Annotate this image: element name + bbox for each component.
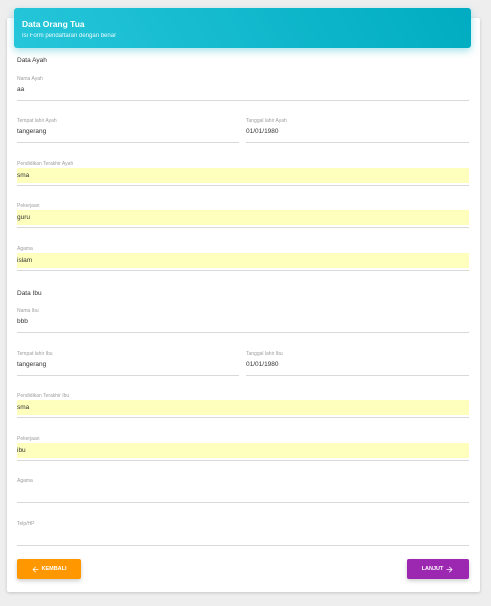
page-subtitle: Isi Form pendaftaran dengan benar bbox=[22, 33, 117, 39]
pekerjaan-ayah-field[interactable]: Pekerjaan guru bbox=[17, 203, 469, 228]
section-title-ibu: Data Ibu bbox=[17, 290, 42, 297]
telp-field[interactable]: Telp/HP bbox=[17, 521, 469, 546]
tanggal-lahir-ibu-input[interactable]: 01/01/1980 bbox=[246, 361, 279, 368]
pendidikan-ayah-field[interactable]: Pendidikan Terakhir Ayah sma bbox=[17, 161, 469, 186]
form-card bbox=[7, 18, 480, 592]
nama-ibu-field[interactable]: Nama Ibu bbb bbox=[17, 308, 469, 333]
input-underline bbox=[17, 270, 469, 271]
pendidikan-ayah-input[interactable]: sma bbox=[17, 172, 29, 179]
next-button-label: LANJUT bbox=[421, 566, 444, 572]
next-button[interactable]: LANJUT bbox=[407, 559, 469, 579]
input-underline bbox=[17, 502, 469, 503]
arrow-right-icon bbox=[446, 566, 453, 572]
input-underline bbox=[17, 460, 469, 461]
input-underline bbox=[17, 375, 239, 376]
input-underline bbox=[17, 332, 469, 333]
tempat-lahir-ibu-input[interactable]: tangerang bbox=[17, 361, 46, 368]
pendidikan-ayah-label: Pendidikan Terakhir Ayah bbox=[17, 161, 74, 167]
back-button[interactable]: KEMBALI bbox=[17, 559, 81, 579]
pekerjaan-ibu-input[interactable]: ibu bbox=[17, 447, 26, 454]
tempat-lahir-ibu-field[interactable]: Tempat lahir Ibu tangerang bbox=[17, 351, 239, 376]
back-button-label: KEMBALI bbox=[41, 566, 67, 572]
agama-ayah-field[interactable]: Agama islam bbox=[17, 246, 469, 271]
agama-ibu-label: Agama bbox=[17, 478, 33, 484]
autofill-highlight bbox=[17, 253, 469, 268]
pendidikan-ibu-field[interactable]: Pendidikan Terakhir Ibu sma bbox=[17, 393, 469, 418]
pendidikan-ibu-label: Pendidikan Terakhir Ibu bbox=[17, 393, 70, 399]
arrow-left-icon bbox=[32, 566, 39, 572]
nama-ayah-field[interactable]: Nama Ayah aa bbox=[17, 76, 469, 101]
input-underline bbox=[17, 100, 469, 101]
autofill-highlight bbox=[17, 168, 469, 183]
tanggal-lahir-ayah-label: Tanggal lahir Ayah bbox=[246, 118, 287, 124]
nama-ayah-input[interactable]: aa bbox=[17, 86, 24, 93]
input-underline bbox=[17, 417, 469, 418]
pekerjaan-ibu-label: Pekerjaan bbox=[17, 436, 40, 442]
pekerjaan-ayah-label: Pekerjaan bbox=[17, 203, 40, 209]
autofill-highlight bbox=[17, 210, 469, 225]
tempat-lahir-ayah-input[interactable]: tangerang bbox=[17, 128, 46, 135]
tanggal-lahir-ibu-label: Tanggal lahir Ibu bbox=[246, 351, 283, 357]
input-underline bbox=[17, 185, 469, 186]
agama-ayah-label: Agama bbox=[17, 246, 33, 252]
input-underline bbox=[17, 227, 469, 228]
nama-ayah-label: Nama Ayah bbox=[17, 76, 43, 82]
pendidikan-ibu-input[interactable]: sma bbox=[17, 404, 29, 411]
section-title-ayah: Data Ayah bbox=[17, 57, 47, 64]
telp-label: Telp/HP bbox=[17, 521, 35, 527]
pekerjaan-ayah-input[interactable]: guru bbox=[17, 214, 30, 221]
page-title: Data Orang Tua bbox=[22, 19, 85, 29]
pekerjaan-ibu-field[interactable]: Pekerjaan ibu bbox=[17, 436, 469, 461]
autofill-highlight bbox=[17, 443, 469, 458]
nama-ibu-label: Nama Ibu bbox=[17, 308, 39, 314]
input-underline bbox=[246, 142, 469, 143]
tempat-lahir-ayah-field[interactable]: Tempat lahir Ayah tangerang bbox=[17, 118, 239, 143]
agama-ayah-input[interactable]: islam bbox=[17, 257, 32, 264]
agama-ibu-field[interactable]: Agama bbox=[17, 478, 469, 503]
autofill-highlight bbox=[17, 400, 469, 415]
input-underline bbox=[17, 545, 469, 546]
tempat-lahir-ibu-label: Tempat lahir Ibu bbox=[17, 351, 53, 357]
tanggal-lahir-ayah-field[interactable]: Tanggal lahir Ayah 01/01/1980 bbox=[246, 118, 469, 143]
input-underline bbox=[246, 375, 469, 376]
card-header: Data Orang Tua Isi Form pendaftaran deng… bbox=[14, 8, 471, 48]
tanggal-lahir-ayah-input[interactable]: 01/01/1980 bbox=[246, 128, 279, 135]
tempat-lahir-ayah-label: Tempat lahir Ayah bbox=[17, 118, 57, 124]
input-underline bbox=[17, 142, 239, 143]
nama-ibu-input[interactable]: bbb bbox=[17, 318, 28, 325]
tanggal-lahir-ibu-field[interactable]: Tanggal lahir Ibu 01/01/1980 bbox=[246, 351, 469, 376]
